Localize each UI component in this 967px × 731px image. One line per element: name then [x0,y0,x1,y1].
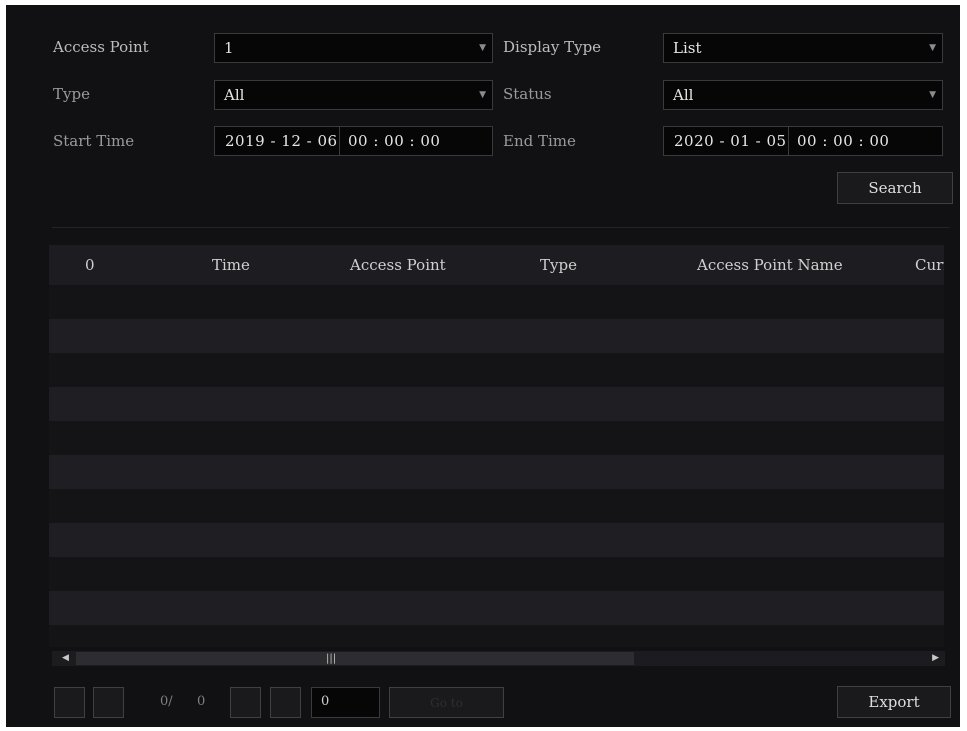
start-time-label: Start Time [53,132,135,150]
column-header-type[interactable]: Type [540,256,577,274]
access-point-label: Access Point [53,38,149,56]
page-current: 0/ [160,694,173,709]
table-row[interactable] [49,489,944,523]
next-page-button[interactable] [230,687,261,718]
table-header: 0 Time Access Point Type Access Point Na… [49,245,944,285]
status-select[interactable]: All ▼ [663,80,943,110]
start-time-field[interactable]: 2019 - 12 - 06 00 : 00 : 00 [214,126,493,156]
access-point-value: 1 [224,39,234,57]
page-total: 0 [197,694,206,709]
display-type-select[interactable]: List ▼ [663,33,943,63]
horizontal-scrollbar[interactable]: ◀ ||| ▶ [52,651,945,666]
table-row[interactable] [49,625,944,647]
type-label: Type [53,85,90,103]
end-time-label: End Time [503,132,576,150]
end-clock-input[interactable]: 00 : 00 : 00 [789,127,939,155]
scrollbar-thumb[interactable] [76,652,634,665]
start-clock-input[interactable]: 00 : 00 : 00 [340,127,490,155]
table-row[interactable] [49,387,944,421]
previous-page-button[interactable] [93,687,124,718]
last-page-button[interactable] [270,687,301,718]
export-button[interactable]: Export [837,686,951,718]
chevron-down-icon: ▼ [479,43,486,53]
page-number-value: 0 [321,694,330,709]
end-time-field[interactable]: 2020 - 01 - 05 00 : 00 : 00 [663,126,943,156]
table-row[interactable] [49,319,944,353]
grip-icon: ||| [326,653,337,664]
table-row[interactable] [49,353,944,387]
page-number-input[interactable]: 0 [311,687,380,718]
table-row[interactable] [49,285,944,319]
column-header-index[interactable]: 0 [85,256,95,274]
column-header-access-point-name[interactable]: Access Point Name [697,256,843,274]
column-header-access-point[interactable]: Access Point [350,256,446,274]
status-label: Status [503,85,552,103]
display-type-value: List [673,39,702,57]
column-header-current[interactable]: Curr [915,256,944,274]
go-to-page-button[interactable]: Go to [389,687,504,718]
column-header-time[interactable]: Time [212,256,250,274]
triangle-right-icon[interactable]: ▶ [932,651,939,666]
display-type-label: Display Type [503,38,602,56]
table-row[interactable] [49,523,944,557]
triangle-left-icon[interactable]: ◀ [62,651,69,666]
table-row[interactable] [49,591,944,625]
end-date-input[interactable]: 2020 - 01 - 05 [666,127,788,155]
status-value: All [673,86,694,104]
chevron-down-icon: ▼ [929,43,936,53]
table-row[interactable] [49,421,944,455]
divider [52,227,950,228]
results-table[interactable]: 0 Time Access Point Type Access Point Na… [49,245,944,647]
search-button[interactable]: Search [837,172,953,204]
table-row[interactable] [49,557,944,591]
type-value: All [224,86,245,104]
access-point-select[interactable]: 1 ▼ [214,33,493,63]
chevron-down-icon: ▼ [929,90,936,100]
first-page-button[interactable] [54,687,85,718]
start-date-input[interactable]: 2019 - 12 - 06 [217,127,339,155]
table-row[interactable] [49,455,944,489]
type-select[interactable]: All ▼ [214,80,493,110]
chevron-down-icon: ▼ [479,90,486,100]
